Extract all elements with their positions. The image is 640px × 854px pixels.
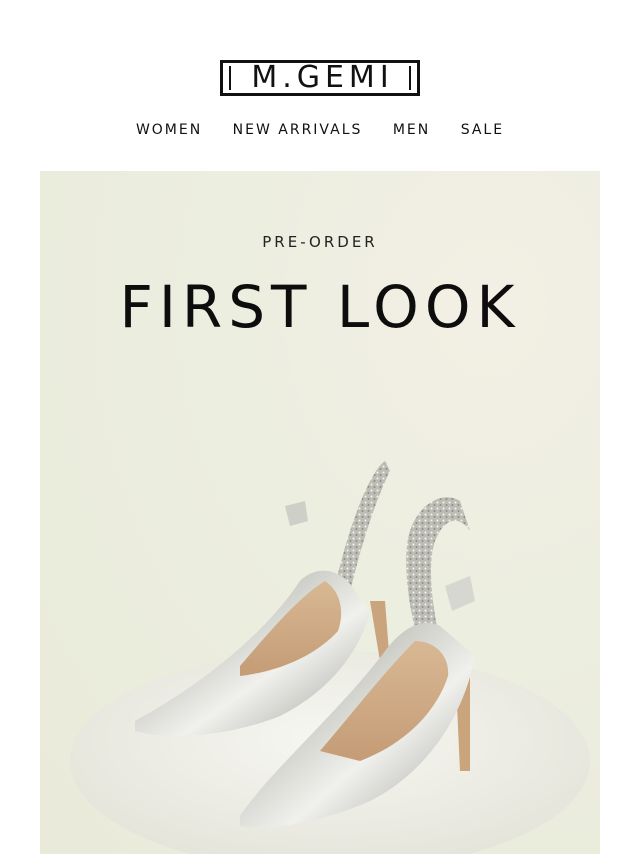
main-nav: WOMEN NEW ARRIVALS MEN SALE — [0, 122, 640, 138]
nav-sale[interactable]: SALE — [461, 122, 504, 138]
logo-text: M.GEMI — [251, 60, 394, 95]
nav-new-arrivals[interactable]: NEW ARRIVALS — [233, 122, 363, 138]
shoe-image — [70, 461, 590, 854]
hero-banner[interactable]: PRE-ORDER FIRST LOOK — [40, 171, 600, 854]
brand-logo[interactable]: M.GEMI — [220, 60, 420, 96]
nav-men[interactable]: MEN — [393, 122, 430, 138]
nav-women[interactable]: WOMEN — [136, 122, 202, 138]
